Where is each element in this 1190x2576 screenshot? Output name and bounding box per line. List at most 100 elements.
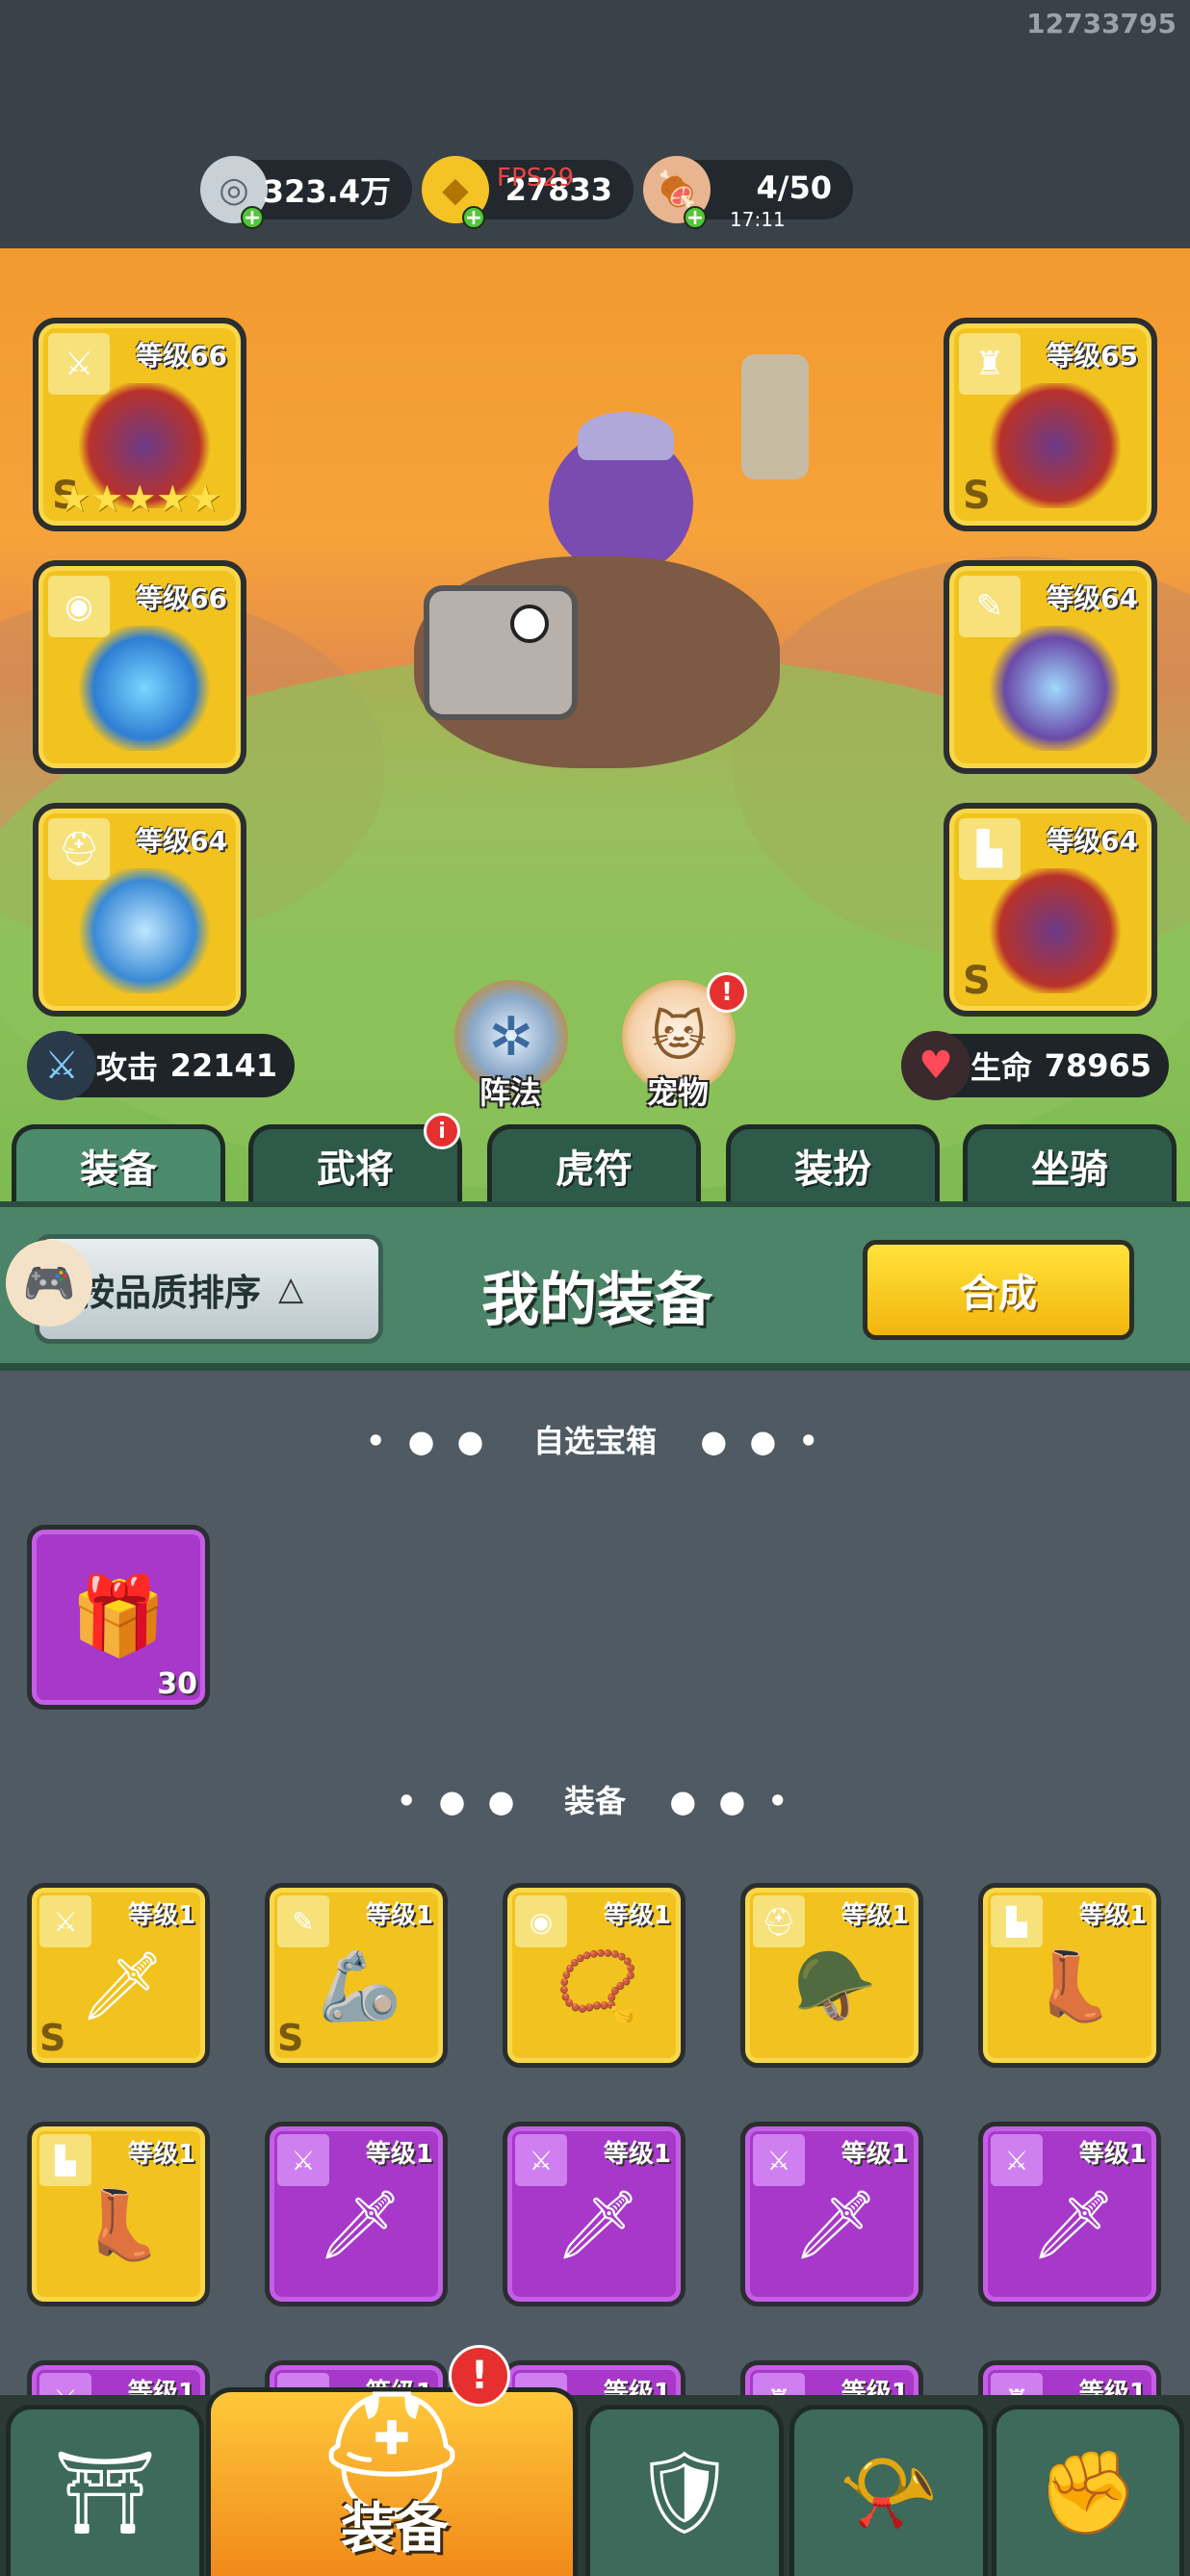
- nav-active-label: 装备: [341, 2498, 449, 2561]
- add-silver-icon[interactable]: +: [241, 206, 264, 229]
- silver-counter[interactable]: ◎ + 323.4万: [200, 156, 412, 229]
- item-level: 等级1: [1078, 2140, 1147, 2169]
- heart-icon: ♥: [901, 1031, 970, 1100]
- user-id: 12733795: [1026, 8, 1177, 39]
- grade-badge: S: [39, 2017, 66, 2059]
- attack-value: 22141: [169, 1047, 277, 1084]
- hp-label: 生命: [970, 1049, 1033, 1086]
- equipment-item[interactable]: ⚔🗡等级1: [978, 2122, 1161, 2306]
- item-level: 等级1: [127, 2140, 195, 2169]
- nav-equipment-badge: !: [449, 2345, 510, 2407]
- equipment-panel-header: 按品质排序 △ 🎮 我的装备 合成: [0, 1201, 1190, 1371]
- bottom-nav: ⛩ ⛑ ! 🛡 📯 ✊: [0, 2345, 1190, 2576]
- helmet-art: [77, 868, 212, 993]
- gamepad-icon[interactable]: 🎮: [6, 1240, 92, 1327]
- item-art: 🗡: [1030, 2184, 1117, 2264]
- slot-level: 等级65: [1047, 340, 1138, 372]
- category-tabs: 装备 武将 i 虎符 装扮 坐骑: [0, 1113, 1190, 1201]
- star-rating: ★★★★★: [58, 477, 222, 520]
- nav-home[interactable]: ⛩: [6, 2405, 204, 2576]
- item-level: 等级1: [365, 2140, 433, 2169]
- chest-section-heading: • ● ● 自选宝箱 ● ● •: [0, 1417, 1190, 1461]
- equipment-item[interactable]: ⚔ 🗡 等级1 S: [27, 1883, 210, 2068]
- hero-character[interactable]: [385, 354, 809, 816]
- shield-swords-icon: 🛡: [633, 2445, 737, 2539]
- selectable-chest[interactable]: 🎁 30: [27, 1525, 210, 1710]
- hp-stat: ♥ 生命 78965: [901, 1031, 1169, 1100]
- item-art: 🪖: [793, 1945, 878, 2025]
- dots-icon: ● ● •: [636, 1783, 793, 1819]
- item-art: 👢: [1031, 1945, 1116, 2025]
- add-stamina-icon[interactable]: +: [684, 206, 707, 229]
- slot-level: 等级66: [136, 582, 227, 614]
- armor-art: [988, 383, 1123, 508]
- equipment-item[interactable]: ⚔🗡等级1: [503, 2122, 686, 2306]
- item-level: 等级1: [841, 1901, 909, 1930]
- slot-level: 等级64: [1047, 582, 1138, 614]
- tab-equipment[interactable]: 装备: [12, 1124, 225, 1201]
- nav-battle[interactable]: 🛡: [585, 2405, 784, 2576]
- equipment-item[interactable]: ◉ 📿 等级1: [503, 1883, 686, 2068]
- slot-weapon[interactable]: ⚔ 等级66 S ★★★★★: [33, 318, 246, 531]
- equipment-section-heading: • ● ● 装备 ● ● •: [0, 1777, 1190, 1821]
- hp-value: 78965: [1044, 1047, 1151, 1084]
- item-level: 等级1: [841, 2140, 909, 2169]
- stamina-value: 4/50: [756, 169, 832, 206]
- nav-upgrade[interactable]: ✊: [992, 2405, 1184, 2576]
- top-bar: 12733795 ◎ + 323.4万 ◆ + 27833 FPS29 🍖 + …: [0, 0, 1190, 248]
- slot-bracer[interactable]: ✎ 等级64: [944, 560, 1157, 774]
- boar-eye: [510, 605, 549, 643]
- formation-label: 阵法: [479, 1074, 541, 1111]
- item-level: 等级1: [1078, 1901, 1147, 1930]
- sword-icon: ⚔: [27, 1031, 96, 1100]
- tab-mount[interactable]: 坐骑: [963, 1124, 1177, 1201]
- chest-section-title: 自选宝箱: [532, 1423, 657, 1459]
- fps-counter: FPS29: [497, 164, 575, 193]
- silver-value: 323.4万: [262, 173, 391, 210]
- grade-badge: S: [963, 959, 991, 1003]
- dots-icon: • ● ●: [365, 1423, 523, 1459]
- slot-helmet[interactable]: ⛑ 等级64: [33, 803, 246, 1017]
- slot-level: 等级64: [1047, 825, 1138, 857]
- compass-icon: ✲: [488, 1005, 534, 1069]
- equipment-item[interactable]: ✎ 🦾 等级1 S: [265, 1883, 448, 2068]
- nav-heroes[interactable]: 📯: [789, 2405, 988, 2576]
- equipment-item[interactable]: ▙ 👢 等级1: [978, 1883, 1161, 2068]
- boar-armor: [424, 585, 578, 720]
- generals-info-badge: i: [424, 1113, 460, 1149]
- triangle-up-icon: △: [278, 1270, 304, 1308]
- chest-count: 30: [157, 1667, 197, 1701]
- boots-art: [988, 868, 1123, 993]
- synthesize-button[interactable]: 合成: [863, 1240, 1134, 1340]
- tab-costume[interactable]: 装扮: [726, 1124, 940, 1201]
- slot-level: 等级64: [136, 825, 227, 857]
- palace-icon: ⛩: [53, 2445, 157, 2539]
- pet-alert-badge: !: [707, 972, 747, 1013]
- bracer-art: [988, 626, 1123, 751]
- attack-stat: ⚔ 攻击 22141: [27, 1031, 295, 1100]
- accessory-art: [77, 626, 212, 751]
- slot-boots[interactable]: ▙ 等级64 S: [944, 803, 1157, 1017]
- item-art: 🦾: [318, 1945, 402, 2025]
- item-art: 🗡: [317, 2184, 403, 2264]
- equipment-item[interactable]: ⚔🗡等级1: [265, 2122, 448, 2306]
- hero-crown: [578, 412, 674, 460]
- tab-tiger-tally[interactable]: 虎符: [487, 1124, 701, 1201]
- treasure-chest-icon: 🎁: [70, 1571, 167, 1661]
- hero-scene: ⚔ 等级66 S ★★★★★ ◉ 等级66 ⛑ 等级64 ♜ 等级65 S ✎ …: [0, 248, 1190, 1201]
- grade-badge: S: [963, 474, 991, 518]
- equipment-item[interactable]: ▙ 👢 等级1: [27, 2122, 210, 2306]
- equipment-item[interactable]: ⛑ 🪖 等级1: [740, 1883, 923, 2068]
- equipment-item[interactable]: ⚔🗡等级1: [740, 2122, 923, 2306]
- slot-level: 等级66: [136, 340, 227, 372]
- fist-up-icon: ✊: [1037, 2445, 1139, 2539]
- item-art: 📿: [556, 1945, 640, 2025]
- stamina-timer: 17:11: [730, 208, 786, 231]
- dots-icon: • ● ●: [396, 1783, 554, 1819]
- slot-accessory[interactable]: ◉ 等级66: [33, 560, 246, 774]
- horn-stars-icon: 📯: [838, 2445, 940, 2539]
- statue-icon: [741, 354, 809, 479]
- item-level: 等级1: [365, 1901, 433, 1930]
- slot-armor[interactable]: ♜ 等级65 S: [944, 318, 1157, 531]
- add-gold-icon[interactable]: +: [462, 206, 485, 229]
